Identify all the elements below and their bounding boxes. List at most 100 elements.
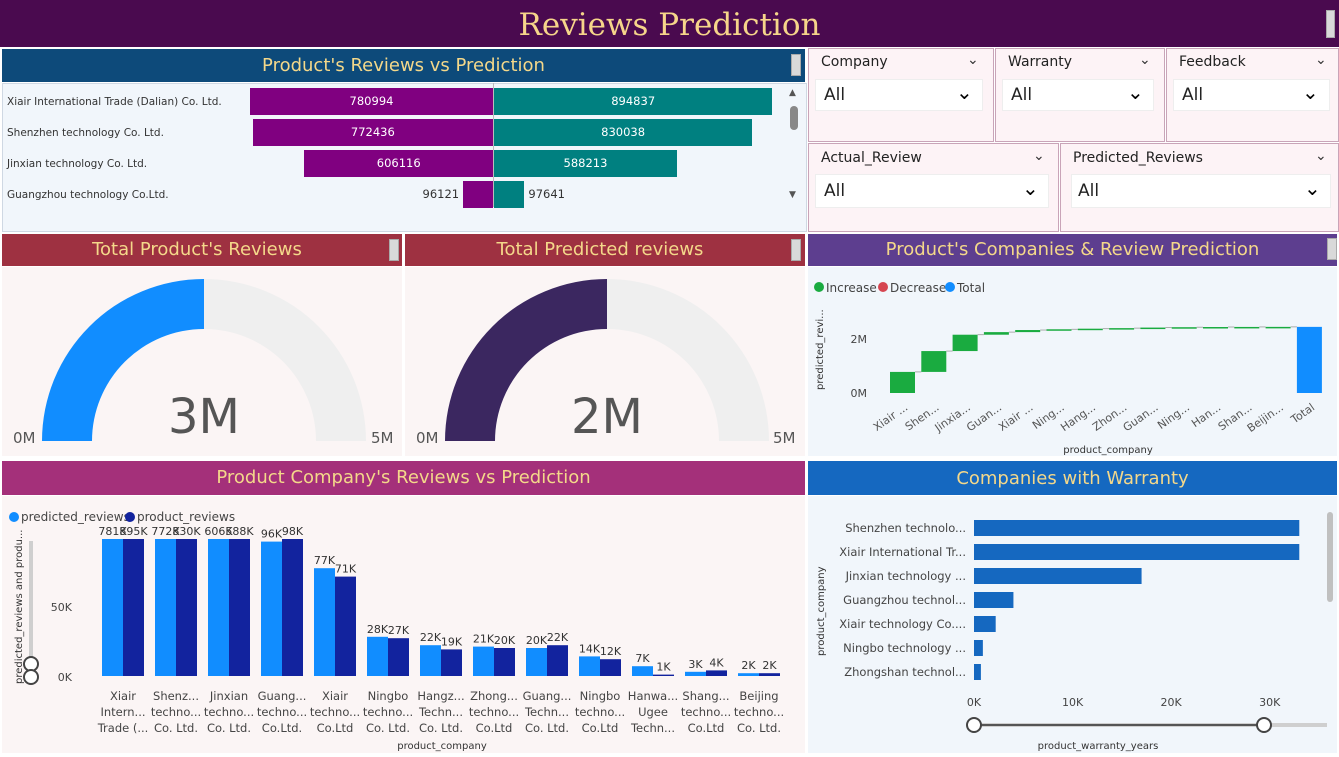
slicer-company-label: Company [821, 54, 888, 70]
waterfall-bar[interactable] [1140, 327, 1166, 330]
bar-predicted_reviews[interactable] [473, 646, 494, 676]
barchart-xtick: Ningbo [368, 689, 409, 703]
gauge1-focus-handle[interactable] [389, 239, 399, 261]
waterfall-xtick: Guan... [964, 401, 1004, 434]
barchart-ytick-50k: 50K [51, 601, 73, 614]
tornado-chart: Xiair International Trade (Dalian) Co. L… [2, 83, 792, 230]
warranty-bar[interactable] [974, 520, 1300, 536]
slicer-warranty[interactable]: Warranty ⌄ All ⌄ [995, 48, 1165, 142]
title-scroll-handle[interactable] [1326, 10, 1335, 38]
waterfall-bar[interactable] [1077, 328, 1103, 331]
bar-predicted_reviews[interactable] [261, 541, 282, 676]
waterfall-bar[interactable] [983, 332, 1009, 335]
bar-predicted_reviews[interactable] [738, 673, 759, 676]
warranty-category-label: Shenzhen technolo... [845, 521, 966, 535]
waterfall-xtick: Xiair ... [996, 401, 1035, 434]
chevron-down-icon: ⌄ [1302, 80, 1319, 104]
waterfall-bar[interactable] [1234, 326, 1260, 329]
warranty-xlabel: product_warranty_years [1038, 741, 1159, 752]
bar-predicted_reviews[interactable] [526, 648, 547, 676]
waterfall-total-bar[interactable] [1296, 326, 1322, 393]
bar-product_reviews[interactable] [706, 670, 727, 676]
waterfall-bar[interactable] [1265, 326, 1291, 329]
bar-data-label: 895K [119, 525, 148, 538]
chevron-down-icon[interactable]: ⌄ [1315, 52, 1327, 68]
warranty-scrollbar[interactable] [1327, 512, 1333, 602]
tornado-bar-actual[interactable] [463, 181, 493, 208]
bar-predicted_reviews[interactable] [208, 539, 229, 676]
slicer-actual-review[interactable]: Actual_Review ⌄ All ⌄ [808, 143, 1059, 232]
slicer-feedback[interactable]: Feedback ⌄ All ⌄ [1166, 48, 1339, 142]
bar-predicted_reviews[interactable] [314, 568, 335, 676]
bar-product_reviews[interactable] [600, 659, 621, 676]
tornado-bar-predicted[interactable] [494, 181, 525, 208]
warranty-zoom-handle-left[interactable] [966, 717, 982, 733]
waterfall-xtick: Beijin... [1245, 401, 1286, 435]
waterfall-bar[interactable] [1015, 330, 1041, 333]
bar-predicted_reviews[interactable] [685, 671, 706, 676]
waterfall-bar[interactable] [1203, 327, 1228, 329]
waterfall-bar[interactable] [1109, 328, 1135, 330]
waterfall-bar[interactable] [921, 351, 947, 372]
warranty-bar[interactable] [974, 616, 996, 632]
bar-data-label: 96K [261, 528, 283, 541]
bar-product_reviews[interactable] [494, 648, 515, 676]
bar-product_reviews[interactable] [229, 539, 250, 676]
bar-predicted_reviews[interactable] [155, 539, 176, 676]
panel1-focus-handle[interactable] [791, 54, 801, 76]
gauge1-max: 5M [371, 429, 394, 447]
waterfall-bar[interactable] [1046, 329, 1072, 331]
gauge2-focus-handle[interactable] [791, 239, 801, 261]
slicer-predicted-reviews[interactable]: Predicted_Reviews ⌄ All ⌄ [1060, 143, 1339, 232]
bar-product_reviews[interactable] [547, 645, 568, 676]
bar-product_reviews[interactable] [441, 649, 462, 676]
bar-predicted_reviews[interactable] [367, 636, 388, 676]
slicer-predicted-reviews-dropdown[interactable]: All ⌄ [1071, 174, 1331, 208]
bar-predicted_reviews[interactable] [102, 539, 123, 676]
bar-predicted_reviews[interactable] [632, 666, 653, 676]
slicer-warranty-dropdown[interactable]: All ⌄ [1002, 79, 1154, 111]
waterfall-bar[interactable] [890, 371, 915, 393]
gauge2-svg: 2M 0M 5M [416, 279, 796, 447]
chevron-down-icon[interactable]: ⌄ [1139, 52, 1151, 68]
legend-increase-marker [814, 282, 824, 292]
bar-product_reviews[interactable] [653, 674, 674, 676]
bar-product_reviews[interactable] [123, 539, 144, 676]
slicer-feedback-dropdown[interactable]: All ⌄ [1173, 79, 1330, 111]
grouped-bar-chart: predicted_reviews product_reviews predic… [9, 510, 784, 752]
chevron-down-icon[interactable]: ⌄ [1033, 148, 1045, 164]
warranty-bar[interactable] [974, 640, 983, 656]
chevron-down-icon[interactable]: ⌄ [967, 52, 979, 68]
barchart-xtick: Co. Ltd. [737, 721, 781, 735]
bar-product_reviews[interactable] [282, 539, 303, 676]
legend-product-marker [125, 512, 135, 522]
barchart-xtick: Hanwa... [628, 689, 678, 703]
bar-predicted_reviews[interactable] [420, 645, 441, 676]
bar-product_reviews[interactable] [335, 576, 356, 676]
barchart-zoom-handle-top[interactable] [23, 656, 39, 672]
barchart-zoom-handle-bottom[interactable] [23, 669, 39, 685]
barchart-xtick: Co.Ltd [476, 721, 513, 735]
tornado-predicted-value: 894837 [611, 94, 656, 108]
panel1-scrollbar[interactable]: ▲ ▼ [787, 88, 801, 204]
warranty-bar[interactable] [974, 592, 1014, 608]
warranty-bar[interactable] [974, 544, 1300, 560]
barchart-xtick: techno... [257, 705, 307, 719]
chevron-down-icon[interactable]: ⌄ [1315, 148, 1327, 164]
bar-product_reviews[interactable] [176, 539, 197, 676]
slicer-actual-review-dropdown[interactable]: All ⌄ [815, 174, 1049, 208]
waterfall-focus-handle[interactable] [1327, 238, 1337, 260]
slicer-company[interactable]: Company ⌄ All ⌄ [808, 48, 994, 142]
waterfall-bar[interactable] [952, 334, 978, 352]
bar-product_reviews[interactable] [759, 673, 780, 676]
barchart-xtick: Co.Ltd [688, 721, 725, 735]
warranty-category-label: Xiair technology Co.... [839, 617, 966, 631]
bar-product_reviews[interactable] [388, 638, 409, 676]
slicer-company-dropdown[interactable]: All ⌄ [815, 79, 983, 111]
barchart-xtick: Co. Ltd. [366, 721, 410, 735]
warranty-bar[interactable] [974, 568, 1142, 584]
bar-predicted_reviews[interactable] [579, 656, 600, 676]
warranty-bar[interactable] [974, 664, 981, 680]
warranty-zoom-handle-right[interactable] [1256, 717, 1272, 733]
waterfall-bar[interactable] [1171, 327, 1197, 329]
